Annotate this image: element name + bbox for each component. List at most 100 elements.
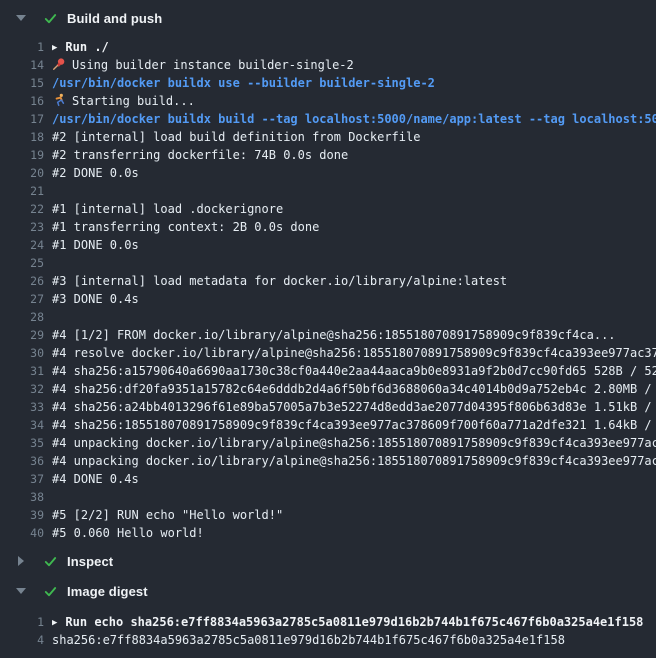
line-number[interactable]: 37	[0, 470, 44, 488]
log-line: 39 #5 [2/2] RUN echo "Hello world!"	[0, 506, 656, 524]
line-number[interactable]: 23	[0, 218, 44, 236]
line-number[interactable]: 4	[0, 631, 44, 649]
log-line: 29 #4 [1/2] FROM docker.io/library/alpine…	[0, 326, 656, 344]
log-rows: 1 ▶Run echo sha256:e7ff8834a5963a2785c5a0…	[0, 603, 656, 658]
log-group-inspect: Inspect	[0, 549, 656, 573]
run-caret-icon[interactable]: ▶	[52, 39, 57, 56]
log-text: #4 DONE 0.4s	[52, 470, 139, 488]
line-number[interactable]: 1	[0, 613, 44, 631]
log-line: 15/usr/bin/docker buildx use --builder b…	[0, 74, 656, 92]
line-number[interactable]: 14	[0, 56, 44, 74]
log-line: 31 #4 sha256:a15790640a6690aa1730c38cf0a4…	[0, 362, 656, 380]
log-line: 25	[0, 254, 656, 272]
line-number[interactable]: 17	[0, 110, 44, 128]
log-line: 22 #1 [internal] load .dockerignore	[0, 200, 656, 218]
log-line: 23 #1 transferring context: 2B 0.0s done	[0, 218, 656, 236]
line-number[interactable]: 26	[0, 272, 44, 290]
run-caret-icon[interactable]: ▶	[52, 614, 57, 631]
log-text: #5 0.060 Hello world!	[52, 524, 204, 542]
chevron-down-icon	[15, 15, 27, 21]
group-title: Build and push	[67, 11, 162, 26]
log-text: #4 resolve docker.io/library/alpine@sha2…	[52, 344, 656, 362]
log-text: #4 sha256:185518070891758909c9f839cf4ca3…	[52, 416, 656, 434]
workflow-log-viewer[interactable]: Build and push 1▶Run ./14Using builder i…	[0, 0, 656, 658]
line-number[interactable]: 25	[0, 254, 44, 272]
log-group-image-digest: Image digest 1 ▶Run echo sha256:e7ff8834a…	[0, 579, 656, 658]
chevron-down-icon	[15, 588, 27, 594]
group-header-inspect[interactable]: Inspect	[0, 549, 656, 573]
log-line: 19 #2 transferring dockerfile: 74B 0.0s d…	[0, 146, 656, 164]
line-number[interactable]: 27	[0, 290, 44, 308]
log-text: #1 transferring context: 2B 0.0s done	[52, 218, 319, 236]
line-number[interactable]: 22	[0, 200, 44, 218]
log-text: #1 [internal] load .dockerignore	[52, 200, 283, 218]
log-text: sha256:e7ff8834a5963a2785c5a0811e979d16b…	[52, 631, 565, 649]
log-text: #4 sha256:df20fa9351a15782c64e6dddb2d4a6…	[52, 380, 656, 398]
log-text: #4 sha256:a15790640a6690aa1730c38cf0a440…	[52, 362, 656, 380]
log-text: #4 [1/2] FROM docker.io/library/alpine@s…	[52, 326, 616, 344]
log-line: 17/usr/bin/docker buildx build --tag loc…	[0, 110, 656, 128]
check-icon	[42, 553, 58, 569]
line-number[interactable]: 32	[0, 380, 44, 398]
log-text: ▶Run echo sha256:e7ff8834a5963a2785c5a08…	[52, 613, 643, 631]
line-number[interactable]: 1	[0, 38, 44, 56]
group-title: Inspect	[67, 554, 113, 569]
log-line: 1 ▶Run echo sha256:e7ff8834a5963a2785c5a0…	[0, 613, 656, 631]
log-text: /usr/bin/docker buildx use --builder bui…	[52, 74, 435, 92]
log-line: 4 sha256:e7ff8834a5963a2785c5a0811e979d16…	[0, 631, 656, 649]
line-number[interactable]: 31	[0, 362, 44, 380]
log-text: Using builder instance builder-single-2	[52, 56, 354, 74]
group-title: Image digest	[67, 584, 148, 599]
line-number[interactable]: 29	[0, 326, 44, 344]
log-line: 20 #2 DONE 0.0s	[0, 164, 656, 182]
line-number[interactable]: 39	[0, 506, 44, 524]
line-number[interactable]: 28	[0, 308, 44, 326]
log-text: #1 DONE 0.0s	[52, 236, 139, 254]
log-text: #5 [2/2] RUN echo "Hello world!"	[52, 506, 283, 524]
log-line: 32 #4 sha256:df20fa9351a15782c64e6dddb2d4…	[0, 380, 656, 398]
log-text: #2 DONE 0.0s	[52, 164, 139, 182]
log-line: 21	[0, 182, 656, 200]
line-number[interactable]: 30	[0, 344, 44, 362]
log-text: #3 [internal] load metadata for docker.i…	[52, 272, 507, 290]
group-header-image-digest[interactable]: Image digest	[0, 579, 656, 603]
log-text: #2 transferring dockerfile: 74B 0.0s don…	[52, 146, 348, 164]
line-number[interactable]: 34	[0, 416, 44, 434]
line-number[interactable]: 24	[0, 236, 44, 254]
check-icon	[42, 583, 58, 599]
line-number[interactable]: 20	[0, 164, 44, 182]
line-number[interactable]: 36	[0, 452, 44, 470]
log-text: /usr/bin/docker buildx build --tag local…	[52, 110, 656, 128]
runner-icon	[52, 94, 72, 108]
log-line: 37 #4 DONE 0.4s	[0, 470, 656, 488]
log-rows: 1▶Run ./14Using builder instance builder…	[0, 30, 656, 549]
log-text: #2 [internal] load build definition from…	[52, 128, 420, 146]
line-number[interactable]: 35	[0, 434, 44, 452]
line-number[interactable]: 19	[0, 146, 44, 164]
line-number[interactable]: 18	[0, 128, 44, 146]
line-number[interactable]: 15	[0, 74, 44, 92]
log-line: 14 Using builder instance builder-single-…	[0, 56, 656, 74]
log-group-build-and-push: Build and push 1▶Run ./14Using builder i…	[0, 6, 656, 549]
log-line: 16 Starting build...	[0, 92, 656, 110]
pin-icon	[52, 58, 72, 72]
log-text: #4 sha256:a24bb4013296f61e89ba57005a7b3e…	[52, 398, 656, 416]
log-line: 35 #4 unpacking docker.io/library/alpine@…	[0, 434, 656, 452]
line-number[interactable]: 21	[0, 182, 44, 200]
log-line: 38	[0, 488, 656, 506]
log-line: 26 #3 [internal] load metadata for docker…	[0, 272, 656, 290]
log-line: 40 #5 0.060 Hello world!	[0, 524, 656, 542]
line-number[interactable]: 38	[0, 488, 44, 506]
group-header-build-and-push[interactable]: Build and push	[0, 6, 656, 30]
log-text: #4 unpacking docker.io/library/alpine@sh…	[52, 434, 656, 452]
line-number[interactable]: 33	[0, 398, 44, 416]
log-line: 24 #1 DONE 0.0s	[0, 236, 656, 254]
line-number[interactable]: 16	[0, 92, 44, 110]
chevron-right-icon	[15, 556, 27, 566]
log-line: 33 #4 sha256:a24bb4013296f61e89ba57005a7b…	[0, 398, 656, 416]
log-line: 36#4 unpacking docker.io/library/alpine@…	[0, 452, 656, 470]
log-line: 1▶Run ./	[0, 38, 656, 56]
log-text: Starting build...	[52, 92, 195, 110]
line-number[interactable]: 40	[0, 524, 44, 542]
check-icon	[42, 10, 58, 26]
